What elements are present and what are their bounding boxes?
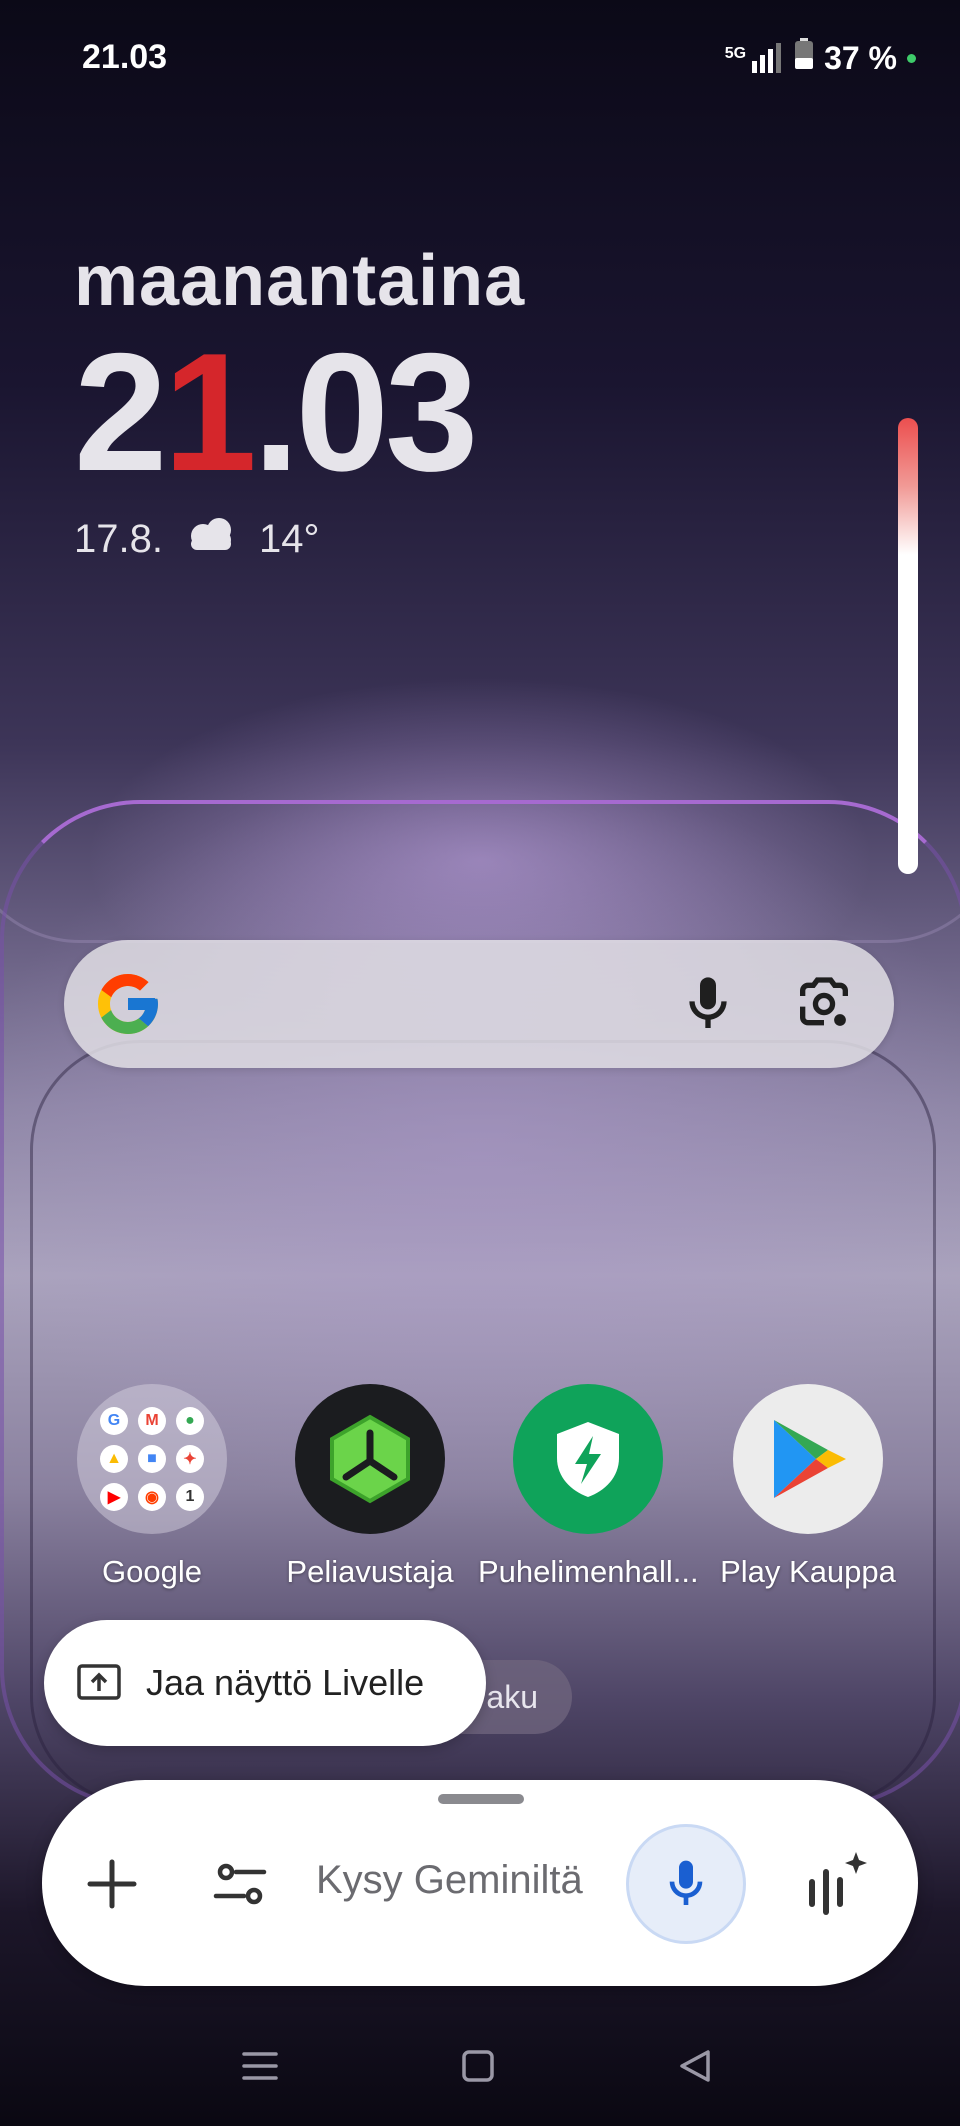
microphone-icon — [669, 1860, 703, 1905]
signal-5g-icon: 5G — [725, 43, 784, 73]
back-triangle-icon[interactable] — [674, 2044, 718, 2088]
cloudy-weather-icon — [181, 514, 241, 564]
gemini-prompt-input[interactable]: Kysy Geminiltä — [316, 1858, 583, 1903]
clock-hours-second: 1 — [163, 318, 256, 506]
app-label: Google — [102, 1554, 202, 1589]
battery-percent: 37 % — [824, 39, 897, 76]
app-google-folder[interactable]: G M ● ▲ ■ ✦ ▶ ◉ 1 Google — [42, 1384, 262, 1590]
recents-menu-icon[interactable] — [238, 2044, 282, 2088]
date-label: 17.8. — [74, 516, 163, 561]
drag-handle[interactable] — [438, 1794, 524, 1804]
gemini-input-bar[interactable]: Kysy Geminiltä — [42, 1780, 918, 1986]
app-play-kauppa[interactable]: Play Kauppa — [698, 1384, 918, 1590]
play-store-icon — [733, 1384, 883, 1534]
privacy-indicator-dot — [907, 53, 916, 63]
navigation-bar — [0, 2030, 960, 2100]
app-label: Play Kauppa — [720, 1554, 896, 1589]
clock-hours-first: 2 — [74, 318, 167, 506]
suggestion-chip-label: aku — [486, 1678, 538, 1715]
gemini-mic-button[interactable] — [626, 1824, 746, 1944]
google-lens-icon[interactable] — [792, 972, 856, 1036]
voice-search-mic-icon[interactable] — [676, 972, 740, 1036]
google-g-icon — [92, 968, 164, 1040]
temperature-label: 14° — [258, 516, 320, 561]
home-square-icon[interactable] — [456, 2044, 500, 2088]
phone-manager-icon — [513, 1384, 663, 1534]
app-label: Peliavustaja — [286, 1554, 454, 1589]
google-search-bar[interactable] — [64, 940, 894, 1068]
gemini-live-icon[interactable] — [794, 1842, 878, 1926]
date-weather-row: 17.8. 14° — [74, 514, 525, 564]
clock-widget[interactable]: maanantaina 21.03 17.8. 14° — [74, 240, 525, 564]
app-peliavustaja[interactable]: Peliavustaja — [260, 1384, 480, 1590]
big-clock: 21.03 — [74, 328, 525, 496]
share-screen-label: Jaa näyttö Livelle — [146, 1662, 425, 1703]
network-type: 5G — [724, 45, 747, 62]
status-time: 21.03 — [82, 38, 168, 76]
weekday-label: maanantaina — [74, 241, 526, 321]
clock-minutes: .03 — [252, 318, 479, 506]
status-icons: 5G 37 % — [725, 38, 916, 78]
app-label: Puhelimenhall... — [478, 1554, 699, 1589]
google-folder-icon: G M ● ▲ ■ ✦ ▶ ◉ 1 — [77, 1384, 227, 1534]
share-screen-live-button[interactable]: Jaa näyttö Livelle — [44, 1620, 486, 1746]
plus-icon[interactable] — [78, 1850, 146, 1918]
battery-icon — [794, 38, 814, 78]
status-bar: 21.03 5G 37 % — [0, 0, 960, 120]
game-assistant-icon — [295, 1384, 445, 1534]
tools-tune-icon[interactable] — [206, 1850, 274, 1918]
app-puhelimenhallinta[interactable]: Puhelimenhall... — [478, 1384, 699, 1590]
page-scroll-indicator[interactable] — [898, 418, 918, 874]
screen-share-icon — [76, 1663, 122, 1703]
